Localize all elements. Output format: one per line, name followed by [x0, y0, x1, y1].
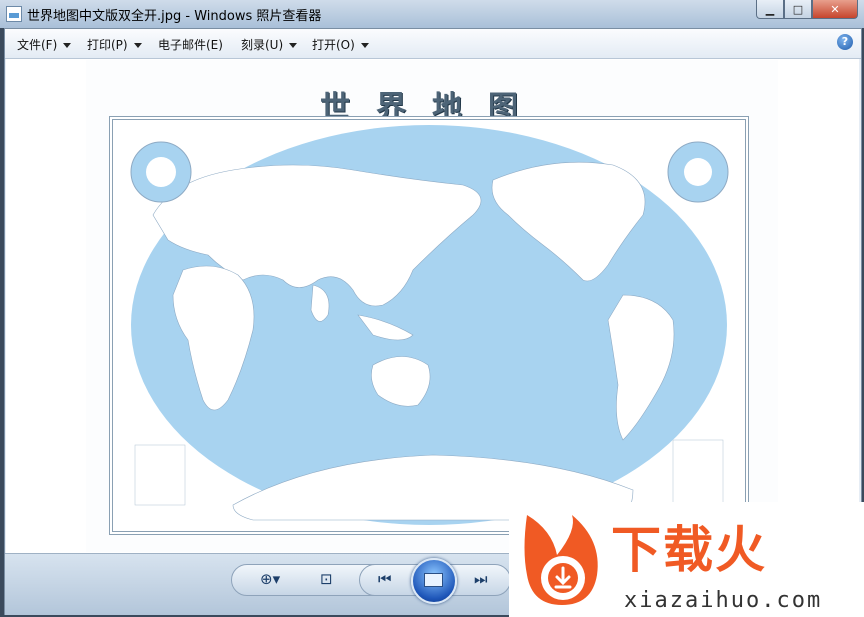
watermark-brand: 下载火 — [611, 521, 767, 579]
menu-burn[interactable]: 刻录(U) — [241, 36, 298, 53]
menu-file[interactable]: 文件(F) — [17, 36, 72, 53]
antarctic-inset-land — [684, 158, 712, 186]
menu-burn-label: 刻录(U) — [241, 38, 284, 52]
menu-print-label: 打印(P) — [87, 38, 128, 52]
chevron-down-icon — [360, 43, 369, 48]
menu-open-label: 打开(O) — [312, 38, 355, 52]
menu-bar: 文件(F) 打印(P) 电子邮件(E) 刻录(U) 打开(O) ? — [5, 29, 861, 59]
next-icon[interactable]: ⏭ — [474, 570, 488, 588]
map-legend — [134, 444, 186, 506]
chevron-down-icon — [289, 43, 298, 48]
flame-logo-icon — [524, 515, 598, 605]
slideshow-icon — [424, 573, 443, 587]
menu-file-label: 文件(F) — [17, 38, 58, 52]
world-map — [109, 116, 749, 535]
image-viewport[interactable]: 世界地图 — [6, 59, 859, 553]
maximize-button[interactable]: □ — [784, 0, 812, 19]
close-button[interactable]: ✕ — [812, 0, 858, 19]
world-map-graphic — [130, 125, 729, 525]
photo-viewer-app-icon — [6, 6, 22, 22]
watermark: 下载火 xiazaihuo.com — [509, 502, 864, 617]
arctic-inset-land — [146, 157, 176, 187]
slideshow-button[interactable] — [411, 558, 457, 604]
fit-window-icon[interactable]: ⊡ — [320, 570, 333, 588]
window-controls: ▁ □ ✕ — [756, 0, 858, 19]
previous-icon[interactable]: ⏮ — [378, 570, 392, 588]
window-title: 世界地图中文版双全开.jpg - Windows 照片查看器 — [27, 9, 322, 24]
title-bar[interactable]: 世界地图中文版双全开.jpg - Windows 照片查看器 ▁ □ ✕ — [0, 0, 864, 28]
help-icon[interactable]: ? — [837, 34, 853, 50]
chevron-down-icon — [133, 43, 142, 48]
displayed-image: 世界地图 — [86, 60, 778, 552]
menu-open[interactable]: 打开(O) — [312, 36, 369, 53]
map-scale-box — [672, 439, 724, 506]
zoom-icon[interactable]: ⊕▾ — [260, 570, 280, 588]
minimize-button[interactable]: ▁ — [756, 0, 784, 19]
chevron-down-icon — [63, 43, 72, 48]
watermark-domain: xiazaihuo.com — [624, 588, 823, 613]
menu-email-label: 电子邮件(E) — [158, 38, 223, 52]
menu-print[interactable]: 打印(P) — [87, 36, 142, 53]
menu-email[interactable]: 电子邮件(E) — [158, 36, 223, 53]
